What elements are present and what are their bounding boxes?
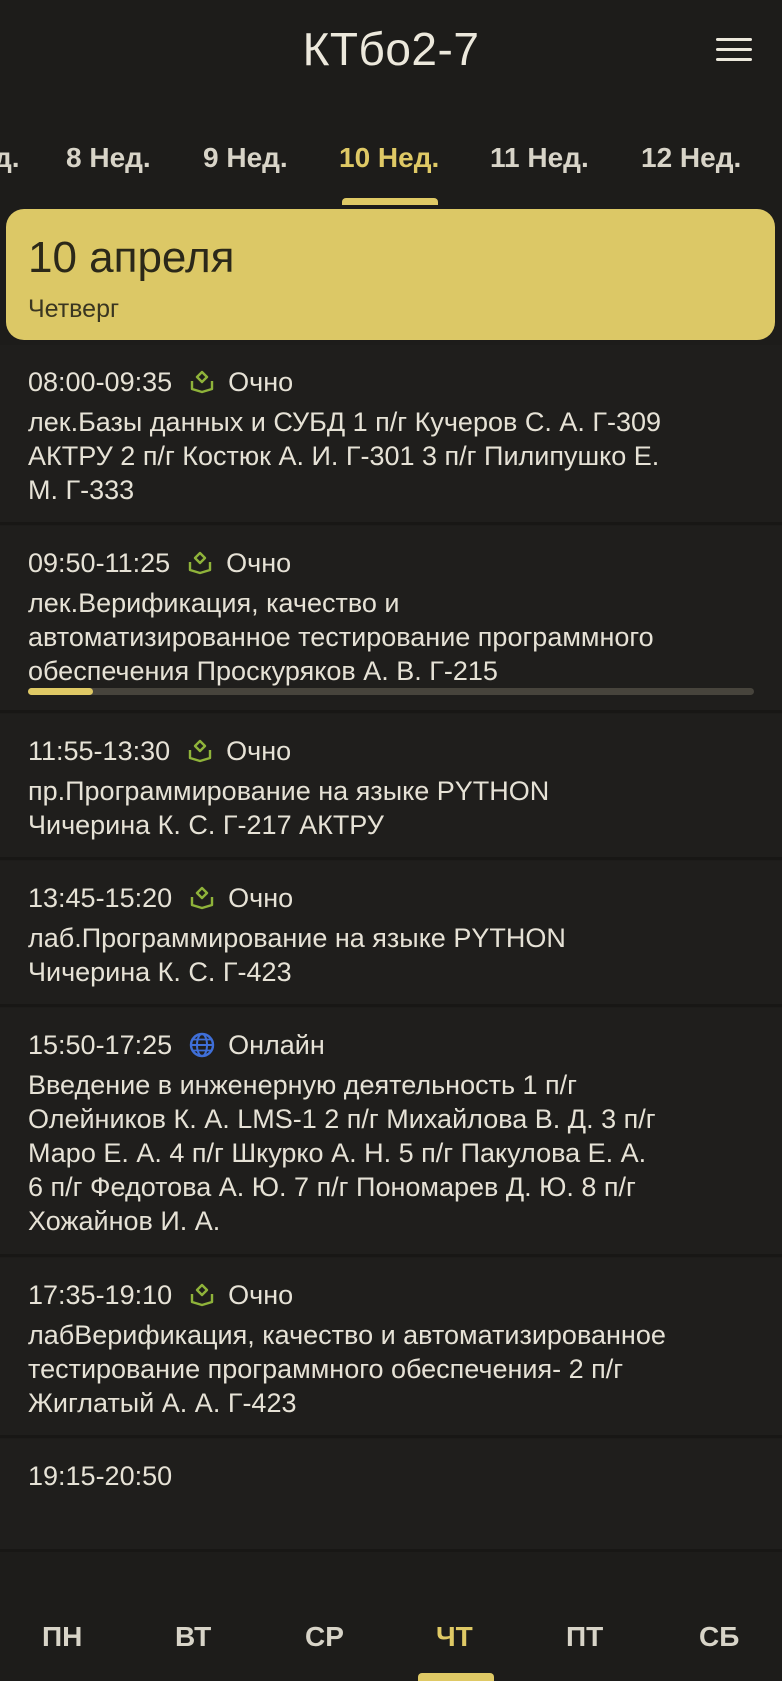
lesson-description: Введение в инженерную деятельность 1 п/г… xyxy=(28,1070,656,1236)
day-tab-fri[interactable]: ПТ xyxy=(566,1621,603,1653)
week-tab-8[interactable]: 8 Нед. xyxy=(66,142,151,174)
lesson-time: 15:50-17:25 xyxy=(28,1029,173,1060)
lesson-mode: Очно xyxy=(226,735,292,766)
lesson-description: лек.Базы данных и СУБД 1 п/г Кучеров С. … xyxy=(28,407,661,505)
lesson-time: 19:15-20:50 xyxy=(28,1460,173,1491)
lesson-time: 09:50-11:25 xyxy=(28,547,171,578)
lesson-time: 08:00-09:35 xyxy=(28,366,173,397)
day-active-indicator xyxy=(418,1673,494,1681)
lesson-card[interactable]: 15:50-17:25 Онлайн Введение в инженерную… xyxy=(0,1008,782,1257)
lesson-description: пр.Программирование на языке PYTHON Чиче… xyxy=(28,776,550,840)
in-person-icon xyxy=(188,739,212,763)
in-person-icon xyxy=(190,1283,214,1307)
group-title: КТбо2-7 xyxy=(302,23,480,75)
lesson-card[interactable]: 09:50-11:25 Очно лек.Верификация, качест… xyxy=(0,526,782,713)
lesson-time: 13:45-15:20 xyxy=(28,882,173,913)
lesson-card[interactable]: 13:45-15:20 Очно лаб.Программирование на… xyxy=(0,861,782,1007)
lesson-card[interactable]: 17:35-19:10 Очно лабВерификация, качеств… xyxy=(0,1258,782,1438)
lesson-time: 17:35-19:10 xyxy=(28,1279,173,1310)
day-tab-thu[interactable]: ЧТ xyxy=(436,1621,473,1653)
week-tab-9[interactable]: 9 Нед. xyxy=(203,142,288,174)
day-tabs: ПН ВТ СР ЧТ ПТ СБ xyxy=(0,1595,782,1681)
lesson-card[interactable]: 11:55-13:30 Очно пр.Программирование на … xyxy=(0,714,782,860)
week-tab-12[interactable]: 12 Нед. xyxy=(641,142,741,174)
date-label: 10 апреля xyxy=(28,233,235,282)
lesson-description: лабВерификация, качество и автоматизиров… xyxy=(28,1320,666,1418)
lesson-description: лаб.Программирование на языке PYTHON Чич… xyxy=(28,923,566,987)
in-person-icon xyxy=(190,886,214,910)
lesson-progress-fill xyxy=(28,688,94,695)
lesson-description: лек.Верификация, качество и автоматизиро… xyxy=(28,588,654,686)
lesson-progress-bar xyxy=(28,688,754,695)
globe-icon xyxy=(189,1032,215,1058)
day-tab-sat[interactable]: СБ xyxy=(699,1621,739,1653)
app-header: КТбо2-7 xyxy=(0,0,782,110)
week-tab-11[interactable]: 11 Нед. xyxy=(490,142,589,174)
hamburger-menu-icon[interactable] xyxy=(716,38,752,66)
day-tab-mon[interactable]: ПН xyxy=(42,1621,82,1653)
lesson-card[interactable]: 08:00-09:35 Очно лек.Базы данных и СУБД … xyxy=(0,345,782,525)
week-active-indicator xyxy=(342,198,438,205)
lesson-time: 11:55-13:30 xyxy=(28,735,171,766)
week-tab-7[interactable]: д. xyxy=(0,142,20,174)
in-person-icon xyxy=(188,551,212,575)
week-tab-10[interactable]: 10 Нед. xyxy=(339,142,439,174)
date-card: 10 апреля Четверг xyxy=(6,209,775,340)
week-tabs: д. 8 Нед. 9 Нед. 10 Нед. 11 Нед. 12 Нед. xyxy=(0,130,782,205)
in-person-icon xyxy=(190,370,214,394)
weekday-label: Четверг xyxy=(28,295,120,323)
lesson-mode: Очно xyxy=(228,366,294,397)
day-tab-wed[interactable]: СР xyxy=(305,1621,344,1653)
lesson-mode: Очно xyxy=(228,1279,294,1310)
lesson-card[interactable]: 19:15-20:50 xyxy=(0,1439,782,1552)
day-tab-tue[interactable]: ВТ xyxy=(175,1621,211,1653)
lesson-mode: Очно xyxy=(226,547,292,578)
lesson-mode: Онлайн xyxy=(228,1029,325,1060)
schedule-app: КТбо2-7 д. 8 Нед. 9 Нед. 10 Нед. 11 Нед.… xyxy=(0,0,782,1681)
lesson-mode: Очно xyxy=(228,882,294,913)
